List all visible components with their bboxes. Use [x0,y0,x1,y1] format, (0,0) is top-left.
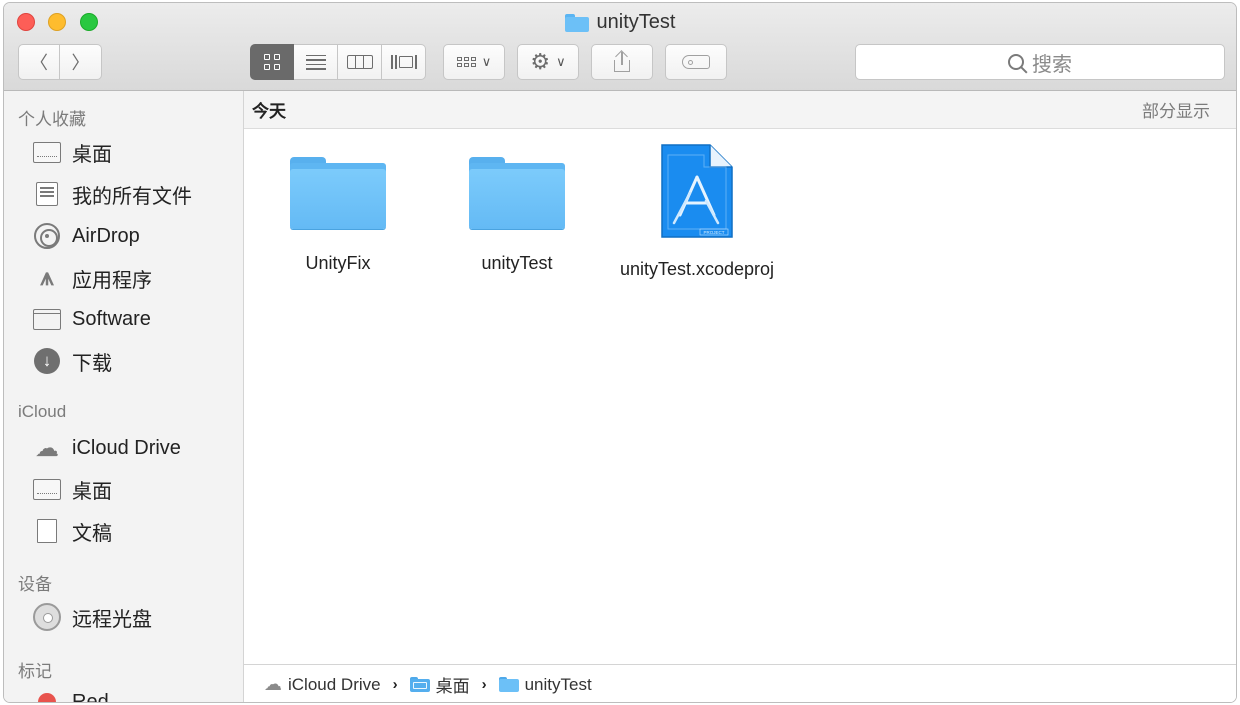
search-icon [1008,54,1024,70]
path-segment-icloud-drive[interactable]: ☁ iCloud Drive [264,674,381,695]
documents-icon [32,519,57,549]
path-bar: ☁ iCloud Drive › 桌面 › unityTest [244,664,1236,702]
chevron-left-icon: 〈 [30,53,48,73]
sidebar-item-label: 桌面 [72,143,112,166]
view-mode-control [250,44,426,80]
folder-icon [564,13,589,32]
sidebar-item-label: 远程光盘 [72,608,152,631]
path-segment-label: unityTest [524,674,592,694]
sidebar-item-downloads[interactable]: ↓ 下载 [32,346,112,376]
sidebar-item-label: 我的所有文件 [72,185,192,208]
sidebar-item-remote-disc[interactable]: 远程光盘 [32,602,152,632]
arrange-button[interactable]: ∨ [443,44,505,80]
chevron-down-icon: ∨ [481,54,492,69]
file-item-unityfix[interactable]: UnityFix [253,151,423,275]
desktop-icon [33,478,61,500]
file-browser: 今天 部分显示 UnityFix unityTest PROJECT unity… [244,91,1236,702]
search-field[interactable]: 搜索 [855,44,1225,80]
show-less-link[interactable]: 部分显示 [1142,97,1210,122]
cloud-icon: ☁ [264,674,282,694]
forward-button[interactable]: 〉 [60,44,102,80]
sidebar-item-label: 文稿 [72,522,112,545]
sidebar-item-all-files[interactable]: 我的所有文件 [32,179,192,209]
folder-icon [498,677,519,692]
chevron-right-icon: 〉 [71,53,90,73]
file-name: UnityFix [305,253,371,273]
applications-icon: ⩚ [40,264,54,291]
sidebar-item-label: 桌面 [72,480,112,503]
file-item-unitytest[interactable]: unityTest [432,151,602,275]
sidebar-item-airdrop[interactable]: AirDrop [32,221,140,251]
column-view-icon [346,55,373,69]
back-button[interactable]: 〈 [18,44,60,80]
sidebar: 个人收藏 桌面 我的所有文件 AirDrop ⩚ 应用程序 Software ↓… [4,91,244,703]
folder-icon [469,151,565,231]
tags-button[interactable] [665,44,727,80]
sidebar-section-icloud: iCloud [18,402,67,421]
sidebar-item-label: Software [72,307,151,330]
sidebar-item-label: 应用程序 [72,269,152,292]
share-icon [613,50,631,72]
path-segment-unitytest[interactable]: unityTest [498,674,592,695]
sidebar-item-icloud-desktop[interactable]: 桌面 [32,474,112,504]
sidebar-item-icloud-drive[interactable]: ☁ iCloud Drive [32,433,181,463]
file-item-xcodeproj[interactable]: PROJECT unityTest.xcodeproj [612,143,782,281]
sidebar-item-desktop[interactable]: 桌面 [32,137,112,167]
sidebar-item-software[interactable]: Software [32,304,151,334]
icon-view-icon [264,54,280,70]
arrange-icon [456,57,476,67]
group-header: 今天 部分显示 [244,91,1236,129]
share-button[interactable] [591,44,653,80]
cloud-icon: ☁ [35,434,59,462]
sidebar-section-tags: 标记 [18,662,52,681]
file-name: unityTest [481,253,553,273]
icon-view-button[interactable] [250,44,294,80]
sidebar-section-devices: 设备 [18,575,52,594]
desktop-icon [33,141,61,163]
cover-flow-icon [390,55,417,69]
finder-window: unityTest 〈 〉 ∨ ⚙ ∨ 搜索 个人收藏 桌面 我的所有文件 Ai… [3,2,1237,703]
download-icon: ↓ [34,348,60,374]
red-tag-icon [38,693,56,702]
path-separator-icon: › [481,676,487,693]
file-name: unityTest.xcodeproj [619,259,775,279]
search-placeholder: 搜索 [1032,53,1072,76]
list-view-button[interactable] [294,44,338,80]
sidebar-item-tag-red[interactable]: Red [32,687,109,703]
sidebar-item-label: 下载 [72,352,112,375]
column-view-button[interactable] [338,44,382,80]
window-title: unityTest [4,11,1236,34]
folder-icon [290,151,386,231]
path-segment-label: 桌面 [435,677,470,696]
cover-flow-button[interactable] [382,44,426,80]
sidebar-item-documents[interactable]: 文稿 [32,516,112,549]
desktop-folder-icon [409,677,430,692]
all-files-icon [36,182,58,206]
disc-icon [33,603,61,631]
group-title: 今天 [252,102,286,121]
window-title-text: unityTest [596,11,676,33]
chevron-down-icon: ∨ [556,54,566,69]
sidebar-item-applications[interactable]: ⩚ 应用程序 [32,263,152,293]
list-view-icon [305,54,326,70]
path-segment-label: iCloud Drive [288,674,381,694]
folder-icon [33,308,61,330]
gear-icon: ⚙ [530,49,551,74]
titlebar: unityTest 〈 〉 ∨ ⚙ ∨ 搜索 [4,3,1236,91]
tag-icon [682,55,710,69]
airdrop-icon [34,223,60,249]
project-badge: PROJECT [703,230,724,235]
sidebar-section-favorites: 个人收藏 [18,110,86,129]
path-separator-icon: › [392,676,398,693]
path-segment-desktop[interactable]: 桌面 [409,672,470,697]
action-button[interactable]: ⚙ ∨ [517,44,579,80]
sidebar-item-label: AirDrop [72,224,140,247]
xcode-project-icon: PROJECT [660,143,734,239]
sidebar-item-label: Red [72,690,109,703]
sidebar-item-label: iCloud Drive [72,436,181,459]
